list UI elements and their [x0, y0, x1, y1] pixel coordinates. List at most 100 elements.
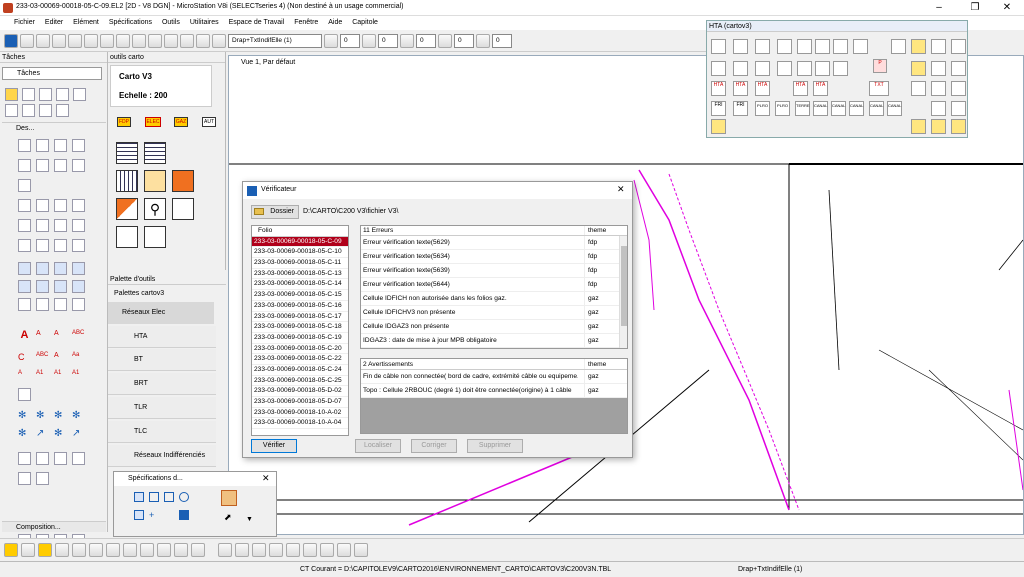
- images-icon[interactable]: [180, 33, 194, 48]
- gaz-button[interactable]: GAZ: [174, 117, 188, 127]
- hta-import-icon[interactable]: [951, 39, 966, 54]
- view-attrib-icon[interactable]: [218, 542, 232, 557]
- hta-half2-icon[interactable]: [833, 61, 848, 76]
- arc3-icon[interactable]: [18, 239, 31, 252]
- elec-button[interactable]: ELEC: [145, 117, 161, 127]
- menu-editer[interactable]: Editer: [41, 16, 67, 30]
- cell-icon[interactable]: [18, 472, 31, 485]
- hta-dot3-icon[interactable]: [733, 61, 748, 76]
- layout-icon[interactable]: [116, 198, 138, 220]
- text-tool-icon[interactable]: A: [18, 330, 31, 343]
- priority-combo[interactable]: 0: [492, 33, 512, 48]
- view-tool9-icon[interactable]: [140, 542, 154, 557]
- construct-icon[interactable]: [18, 179, 31, 192]
- manip12-icon[interactable]: [72, 298, 85, 311]
- linestyle-combo[interactable]: 0: [378, 33, 398, 48]
- error-row[interactable]: Cellule IDFICHV3 non présente gaz: [361, 306, 627, 320]
- move-tool-icon[interactable]: [39, 88, 52, 101]
- view-zoom-in-icon[interactable]: [235, 542, 249, 557]
- manip2-icon[interactable]: [36, 262, 49, 275]
- line-icon[interactable]: [18, 139, 31, 152]
- smartline-icon[interactable]: [36, 139, 49, 152]
- polyline-icon[interactable]: [18, 159, 31, 172]
- orphan-icon[interactable]: [72, 199, 85, 212]
- manip9-icon[interactable]: [18, 298, 31, 311]
- hta-txt-icon[interactable]: TXT: [869, 81, 889, 96]
- cell2-icon[interactable]: [36, 472, 49, 485]
- error-row[interactable]: IDGAZ3 : date de mise à jour MPB obligat…: [361, 334, 627, 348]
- grid4-icon[interactable]: [172, 170, 194, 192]
- palette-item-reseaux-indiff[interactable]: Réseaux Indifférenciés: [108, 445, 216, 467]
- settings-icon[interactable]: [132, 33, 146, 48]
- spec-close-icon[interactable]: ✕: [262, 473, 270, 484]
- hta-edit4-icon[interactable]: [951, 119, 966, 134]
- manip6-icon[interactable]: [36, 280, 49, 293]
- text-abc-icon[interactable]: ABC: [72, 330, 85, 343]
- view-tool7-icon[interactable]: [106, 542, 120, 557]
- view-tool5-icon[interactable]: [72, 542, 86, 557]
- transparency-icon[interactable]: [438, 33, 452, 48]
- menu-specifications[interactable]: Spécifications: [105, 16, 156, 30]
- folio-item[interactable]: 233-03-00069-00018-05-C-18: [252, 322, 348, 333]
- text-field-icon[interactable]: [18, 388, 31, 401]
- hta-edit-icon[interactable]: [711, 119, 726, 134]
- copy2-tool-icon[interactable]: [22, 104, 35, 117]
- hta-tri3-icon[interactable]: [797, 61, 812, 76]
- attach-icon[interactable]: [52, 33, 66, 48]
- folio-item[interactable]: 233-03-00069-00018-05-C-19: [252, 333, 348, 344]
- menu-aide[interactable]: Aide: [324, 16, 346, 30]
- modify-tool-icon[interactable]: [5, 104, 18, 117]
- view-tool8-icon[interactable]: [123, 542, 137, 557]
- point-icon[interactable]: [72, 159, 85, 172]
- hta-add2-icon[interactable]: [931, 81, 946, 96]
- weight-combo[interactable]: 0: [416, 33, 436, 48]
- manip-icon[interactable]: [18, 262, 31, 275]
- folio-item[interactable]: 233-03-00069-00018-05-C-11: [252, 258, 348, 269]
- text-c-icon[interactable]: C: [18, 352, 31, 365]
- bspline-icon[interactable]: [54, 159, 67, 172]
- view-window-area-icon[interactable]: [269, 542, 283, 557]
- hta-edit3-icon[interactable]: [931, 119, 946, 134]
- select-tool-icon[interactable]: [5, 88, 18, 101]
- folio-item[interactable]: 233-03-00069-00018-05-C-17: [252, 312, 348, 323]
- hta-window-icon[interactable]: [931, 61, 946, 76]
- view-tool4-icon[interactable]: [55, 542, 69, 557]
- curve-icon[interactable]: [72, 139, 85, 152]
- error-row[interactable]: Cellule IDGAZ3 non présente gaz: [361, 320, 627, 334]
- hta-tri2-icon[interactable]: [815, 39, 830, 54]
- error-row[interactable]: Cellule IDFICH non autorisée dans les fo…: [361, 292, 627, 306]
- hta-add-icon[interactable]: [911, 81, 926, 96]
- hta-dot-icon[interactable]: [733, 39, 748, 54]
- aut-button[interactable]: AUT: [202, 117, 216, 127]
- arc4-icon[interactable]: [36, 239, 49, 252]
- folio-item[interactable]: 233-03-00069-00018-05-C-25: [252, 376, 348, 387]
- shape-icon[interactable]: [54, 199, 67, 212]
- hta-label4-icon[interactable]: HTA: [793, 81, 808, 96]
- folio-item[interactable]: 233-03-00069-00018-05-C-20: [252, 344, 348, 355]
- text-place-icon[interactable]: A: [54, 330, 67, 343]
- view-previous-icon[interactable]: [337, 542, 351, 557]
- view-tool12-icon[interactable]: [191, 542, 205, 557]
- spec-place-icon[interactable]: [134, 492, 144, 502]
- info-icon[interactable]: [148, 33, 162, 48]
- spec-cursor-icon[interactable]: ⬈: [224, 512, 232, 523]
- menu-espace-travail[interactable]: Espace de Travail: [225, 16, 289, 30]
- circle-icon[interactable]: [18, 219, 31, 232]
- hta-dot2-icon[interactable]: [853, 39, 868, 54]
- maximize-button[interactable]: ❐: [958, 0, 992, 16]
- corriger-button[interactable]: Corriger: [411, 439, 457, 453]
- menu-outils[interactable]: Outils: [158, 16, 184, 30]
- hta-tri-icon[interactable]: [797, 39, 812, 54]
- menu-fenetre[interactable]: Fenêtre: [290, 16, 322, 30]
- hta-rect2-icon[interactable]: [777, 39, 792, 54]
- measure-tool-icon[interactable]: [56, 88, 69, 101]
- folio-item[interactable]: 233-03-00069-00018-05-C-16: [252, 301, 348, 312]
- errors-scroll-thumb[interactable]: [621, 246, 627, 326]
- menu-element[interactable]: Elément: [69, 16, 103, 30]
- no-raster-icon[interactable]: [196, 33, 210, 48]
- view-rotate-icon[interactable]: [303, 542, 317, 557]
- spec-grid-icon[interactable]: [134, 510, 144, 520]
- verifier-button[interactable]: Vérifier: [251, 439, 297, 453]
- errors-table[interactable]: 11 Erreurs theme Erreur vérification tex…: [360, 225, 628, 349]
- minimize-button[interactable]: –: [922, 0, 956, 16]
